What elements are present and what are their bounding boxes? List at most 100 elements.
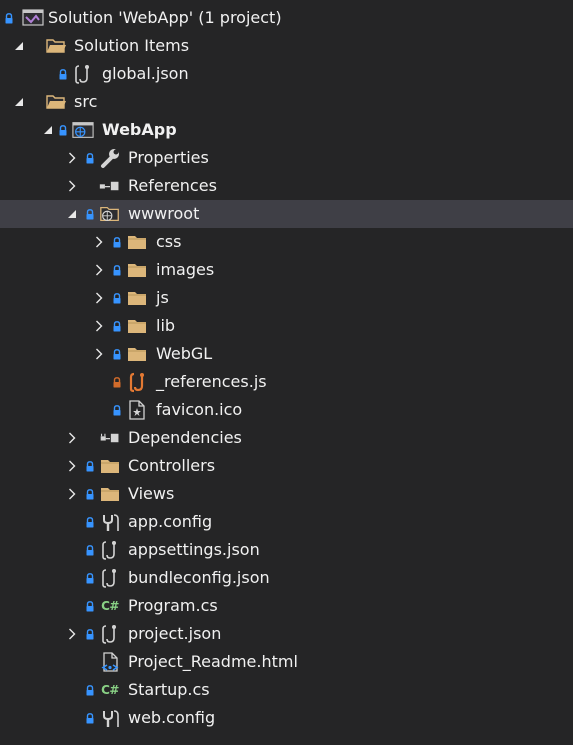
lock-icon [59,116,67,144]
solution-icon [22,4,44,32]
lock-icon [86,508,94,536]
tree-item[interactable]: src [0,88,573,116]
json-file-icon [72,60,94,88]
collapsed-arrow-icon[interactable] [65,144,79,172]
lock-icon [86,452,94,480]
web-project-icon [72,116,94,144]
web-folder-icon [99,200,121,228]
expanded-arrow-icon[interactable] [12,32,26,60]
tree-item-label: src [74,92,98,111]
tree-item[interactable]: appsettings.json [0,536,573,564]
tree-item-label: lib [156,316,176,335]
tree-item-label: Controllers [128,456,216,475]
tree-item-label: Project_Readme.html [128,652,298,671]
collapsed-arrow-icon[interactable] [65,172,79,200]
lock-icon [86,620,94,648]
folder-icon [99,480,121,508]
tree-item-label: References [128,176,217,195]
tree-item[interactable]: C# Startup.cs [0,676,573,704]
html-file-icon [99,648,121,676]
tree-item-label: Program.cs [128,596,218,615]
folder-open-icon [45,88,67,116]
tree-item[interactable]: css [0,228,573,256]
tree-item[interactable]: project.json [0,620,573,648]
tree-item[interactable]: favicon.ico [0,396,573,424]
collapsed-arrow-icon[interactable] [65,620,79,648]
config-file-icon [99,508,121,536]
lock-icon [86,480,94,508]
folder-icon [126,340,148,368]
tree-item[interactable]: images [0,256,573,284]
lock-icon [5,4,13,32]
collapsed-arrow-icon[interactable] [65,452,79,480]
tree-item[interactable]: global.json [0,60,573,88]
tree-item[interactable]: Project_Readme.html [0,648,573,676]
collapsed-arrow-icon[interactable] [65,424,79,452]
tree-item[interactable]: bundleconfig.json [0,564,573,592]
tree-item[interactable]: Views [0,480,573,508]
tree-item-label: wwwroot [128,204,200,223]
lock-icon [86,536,94,564]
tree-item-label: favicon.ico [156,400,243,419]
expanded-arrow-icon[interactable] [65,200,79,228]
lock-icon [59,60,67,88]
lock-icon [113,228,121,256]
expanded-arrow-icon[interactable] [41,116,55,144]
tree-item[interactable]: Solution 'WebApp' (1 project) [0,4,573,32]
collapsed-arrow-icon[interactable] [92,284,106,312]
lock-icon [113,368,121,396]
collapsed-arrow-icon[interactable] [92,340,106,368]
tree-item-label: Solution Items [74,36,190,55]
tree-item[interactable]: Solution Items [0,32,573,60]
tree-item-label: app.config [128,512,213,531]
js-file-icon [126,368,148,396]
wrench-icon [99,144,121,172]
lock-icon [86,564,94,592]
lock-icon [113,340,121,368]
collapsed-arrow-icon[interactable] [92,228,106,256]
folder-icon [99,452,121,480]
tree-item-label: Views [128,484,175,503]
tree-item[interactable]: References [0,172,573,200]
tree-item[interactable]: app.config [0,508,573,536]
tree-item[interactable]: web.config [0,704,573,732]
lock-icon [86,676,94,704]
collapsed-arrow-icon[interactable] [92,256,106,284]
tree-item-label: global.json [102,64,189,83]
tree-item-label: Startup.cs [128,680,210,699]
tree-item[interactable]: Properties [0,144,573,172]
collapsed-arrow-icon[interactable] [65,480,79,508]
expanded-arrow-icon[interactable] [12,88,26,116]
lock-icon [113,256,121,284]
tree-item[interactable]: _references.js [0,368,573,396]
solution-explorer-tree: Solution 'WebApp' (1 project) Solution It… [0,0,573,745]
tree-item-label: project.json [128,624,222,643]
folder-icon [126,256,148,284]
tree-item[interactable]: wwwroot [0,200,573,228]
tree-item-label: bundleconfig.json [128,568,270,587]
folder-icon [126,284,148,312]
tree-item[interactable]: WebApp [0,116,573,144]
tree-item-label: web.config [128,708,216,727]
tree-item-label: WebApp [102,120,177,139]
folder-icon [126,312,148,340]
csharp-file-icon: C# [101,683,119,697]
collapsed-arrow-icon[interactable] [92,312,106,340]
tree-item[interactable]: C# Program.cs [0,592,573,620]
tree-item-label: Solution 'WebApp' (1 project) [48,8,282,27]
tree-item[interactable]: Dependencies [0,424,573,452]
lock-icon [113,284,121,312]
dependencies-icon [99,424,121,452]
tree-item[interactable]: Controllers [0,452,573,480]
tree-item-label: images [156,260,215,279]
json-file-icon [99,536,121,564]
lock-icon [86,704,94,732]
json-file-icon [99,564,121,592]
lock-icon [113,312,121,340]
json-file-icon [99,620,121,648]
tree-item[interactable]: WebGL [0,340,573,368]
tree-item[interactable]: lib [0,312,573,340]
lock-icon [86,592,94,620]
csharp-file-icon: C# [101,599,119,613]
tree-item[interactable]: js [0,284,573,312]
